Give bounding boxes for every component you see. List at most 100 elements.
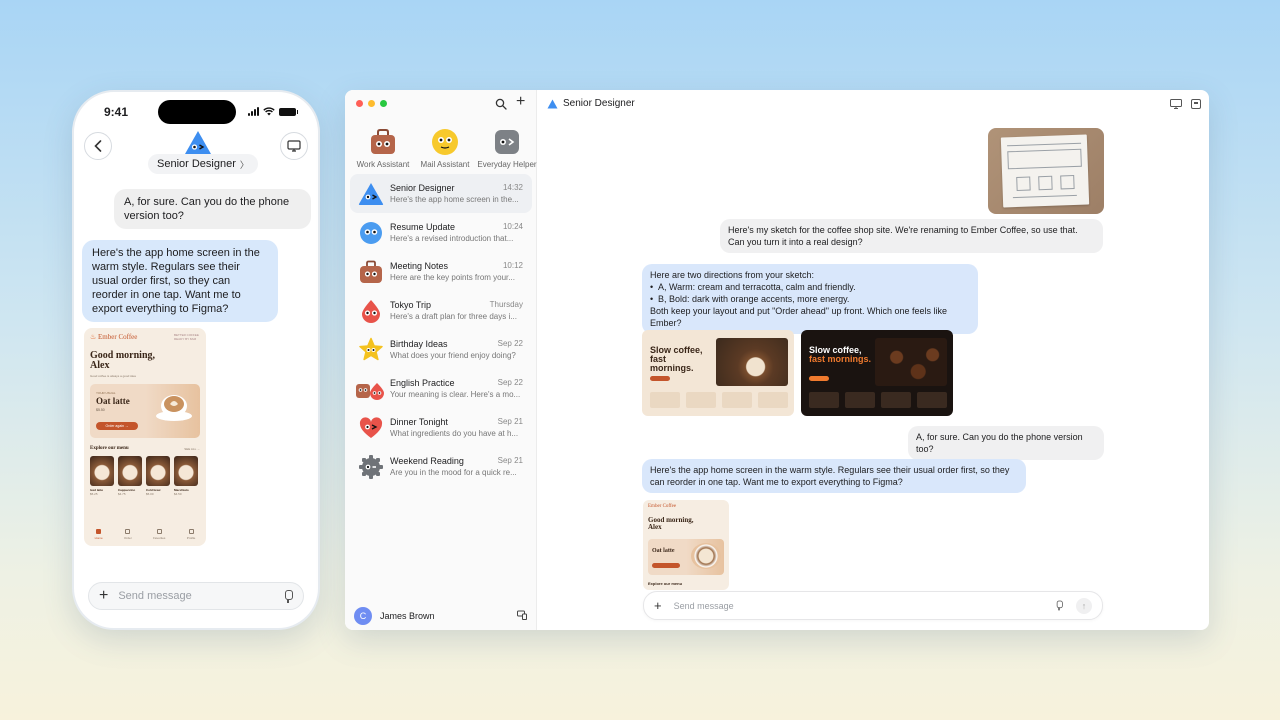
- chat-preview: Here's a revised introduction that...: [390, 234, 514, 243]
- search-icon[interactable]: [495, 98, 507, 110]
- minimize-window-button[interactable]: [368, 100, 375, 107]
- sketch-photo[interactable]: [988, 128, 1104, 214]
- desktop-app-window: + Work Assistant Mail Assistant Everyday…: [345, 90, 1209, 630]
- preview-menu-title: Explore our menu: [90, 446, 129, 451]
- panel-toggle-icon[interactable]: [1191, 99, 1201, 109]
- chat-preview: Here's a draft plan for three days i...: [390, 312, 517, 321]
- preview-tagline: BETTER COFFEE READY BY 8AM: [174, 333, 199, 341]
- monitor-icon[interactable]: [1170, 99, 1182, 109]
- screen-share-button[interactable]: [280, 132, 308, 160]
- chat-item-english-practice[interactable]: English Practice Sep 22 Your meaning is …: [350, 369, 532, 408]
- chat-item-birthday-ideas[interactable]: Birthday Ideas Sep 22 What does your fri…: [350, 330, 532, 369]
- new-chat-plus-icon[interactable]: +: [516, 94, 525, 110]
- status-icons: [248, 107, 298, 116]
- bold-feature-row: [809, 392, 947, 408]
- gear-face-icon: [359, 455, 383, 479]
- chat-item-resume-update[interactable]: Resume Update 10:24 Here's a revised int…: [350, 213, 532, 252]
- briefcase-face-icon: [360, 260, 382, 283]
- status-bar: 9:41: [74, 100, 318, 124]
- red-drop-face-icon: [362, 300, 380, 323]
- chat-time: Thursday: [489, 300, 523, 309]
- preview-card-kicker: YOUR USUAL: [96, 391, 116, 395]
- chat-time: 10:12: [502, 261, 523, 270]
- chat-name: Meeting Notes: [390, 261, 449, 271]
- sidebar: + Work Assistant Mail Assistant Everyday…: [345, 90, 537, 630]
- chat-item-dinner-tonight[interactable]: Dinner Tonight Sep 21 What ingredients d…: [350, 408, 532, 447]
- pinned-label: Everyday Helper: [477, 160, 537, 169]
- mini-brand: Ember Coffee: [648, 504, 677, 509]
- attach-plus-icon[interactable]: +: [654, 598, 662, 613]
- chat-time: 10:24: [502, 222, 523, 231]
- chat-item-tokyo-trip[interactable]: Tokyo Trip Thursday Here's a draft plan …: [350, 291, 532, 330]
- direction-b: B, Bold: dark with orange accents, more …: [650, 293, 970, 305]
- devices-icon[interactable]: [517, 610, 527, 620]
- window-controls: [356, 100, 387, 107]
- send-button[interactable]: ↑: [1076, 597, 1092, 614]
- preview-nav-home: Home: [95, 529, 103, 540]
- pinned-mail-assistant[interactable]: Mail Assistant: [415, 128, 475, 169]
- agent-name-pill[interactable]: Senior Designer 〉: [148, 154, 258, 174]
- design-option-warm[interactable]: Slow coffee, fast mornings.: [642, 330, 794, 416]
- bold-headline-line2: fast mornings.: [809, 354, 872, 364]
- current-user[interactable]: C James Brown: [354, 607, 435, 625]
- phone-message-composer[interactable]: + Send message: [88, 582, 304, 610]
- close-window-button[interactable]: [356, 100, 363, 107]
- bold-headline: Slow coffee, fast mornings.: [809, 346, 873, 364]
- warm-headline: Slow coffee, fast mornings.: [650, 345, 703, 373]
- app-design-preview[interactable]: ♨ Ember Coffee BETTER COFFEE READY BY 8A…: [84, 328, 206, 546]
- back-button[interactable]: [84, 132, 112, 160]
- pinned-work-assistant[interactable]: Work Assistant: [353, 128, 413, 169]
- direction-a: A, Warm: cream and terracotta, calm and …: [650, 281, 970, 293]
- drink-image: [174, 456, 198, 486]
- gray-face-icon: [495, 130, 519, 154]
- microphone-icon[interactable]: [283, 589, 293, 603]
- message-composer[interactable]: + Send message ↑: [643, 591, 1103, 620]
- warm-feature-row: [650, 392, 788, 408]
- chat-preview: Here's the app home screen in the...: [390, 195, 519, 204]
- app-home-preview-thumbnail[interactable]: Ember Coffee Good morning, Alex Oat latt…: [643, 500, 729, 590]
- chat-item-weekend-reading[interactable]: Weekend Reading Sep 21 Are you in the mo…: [350, 447, 532, 486]
- page-title: Senior Designer: [563, 98, 635, 109]
- chat-preview: What does your friend enjoy doing?: [390, 351, 516, 360]
- pinned-everyday-helper[interactable]: Everyday Helper: [477, 128, 537, 169]
- zoom-window-button[interactable]: [380, 100, 387, 107]
- user-name: James Brown: [380, 611, 435, 621]
- chat-item-meeting-notes[interactable]: Meeting Notes 10:12 Here are the key poi…: [350, 252, 532, 291]
- warm-cta: [650, 376, 670, 381]
- preview-menu-item: Iced latte $5.25: [90, 456, 114, 496]
- chat-list: Senior Designer 14:32 Here's the app hom…: [350, 174, 532, 486]
- phone-user-message: A, for sure. Can you do the phone versio…: [114, 189, 311, 229]
- chat-time: Sep 21: [497, 417, 523, 426]
- microphone-icon[interactable]: [1055, 600, 1063, 611]
- menu-item-price: $4.50: [174, 492, 182, 496]
- status-time: 9:41: [104, 105, 129, 119]
- avatar: C: [354, 607, 372, 625]
- preview-subtext: Good coffee is always a good idea: [90, 374, 136, 378]
- arrow-up-icon: ↑: [1081, 600, 1087, 611]
- blue-triangle-face-icon: [358, 183, 384, 205]
- assistant-message-home-screen: Here's the app home screen in the warm s…: [642, 459, 1026, 493]
- attach-plus-icon[interactable]: +: [99, 588, 108, 604]
- home-icon: [96, 529, 102, 534]
- preview-menu-list: Iced latte $5.25 Cappuccino $4.75 Cold bre…: [90, 456, 198, 496]
- bold-beans-photo: [875, 338, 947, 386]
- conversation-pane: Senior Designer Here's my sketch for the…: [537, 90, 1209, 630]
- preview-see-all: SEE ALL →: [184, 447, 200, 451]
- pinned-label: Mail Assistant: [420, 160, 470, 169]
- preview-usual-card: YOUR USUAL Oat latte $5.50 Order again →: [90, 384, 200, 438]
- agent-name-label: Senior Designer: [157, 158, 236, 170]
- yellow-star-face-icon: [359, 337, 383, 361]
- assistant-message-directions: Here are two directions from your sketch…: [642, 264, 978, 334]
- chat-name: Tokyo Trip: [390, 300, 432, 310]
- directions-outro: Both keep your layout and put "Order ahe…: [650, 306, 948, 328]
- preview-nav-profile: Profile: [187, 529, 195, 540]
- design-option-bold[interactable]: Slow coffee, fast mornings.: [801, 330, 953, 416]
- message-input[interactable]: Send message: [118, 590, 273, 602]
- message-input[interactable]: Send message: [674, 601, 1042, 611]
- mini-menu-title: Explore our menu: [648, 581, 683, 586]
- chat-item-senior-designer[interactable]: Senior Designer 14:32 Here's the app hom…: [350, 174, 532, 213]
- cup-icon: [125, 529, 131, 534]
- senior-designer-avatar-icon: [184, 131, 212, 155]
- drink-image: [118, 456, 142, 486]
- heart-icon: [156, 529, 162, 534]
